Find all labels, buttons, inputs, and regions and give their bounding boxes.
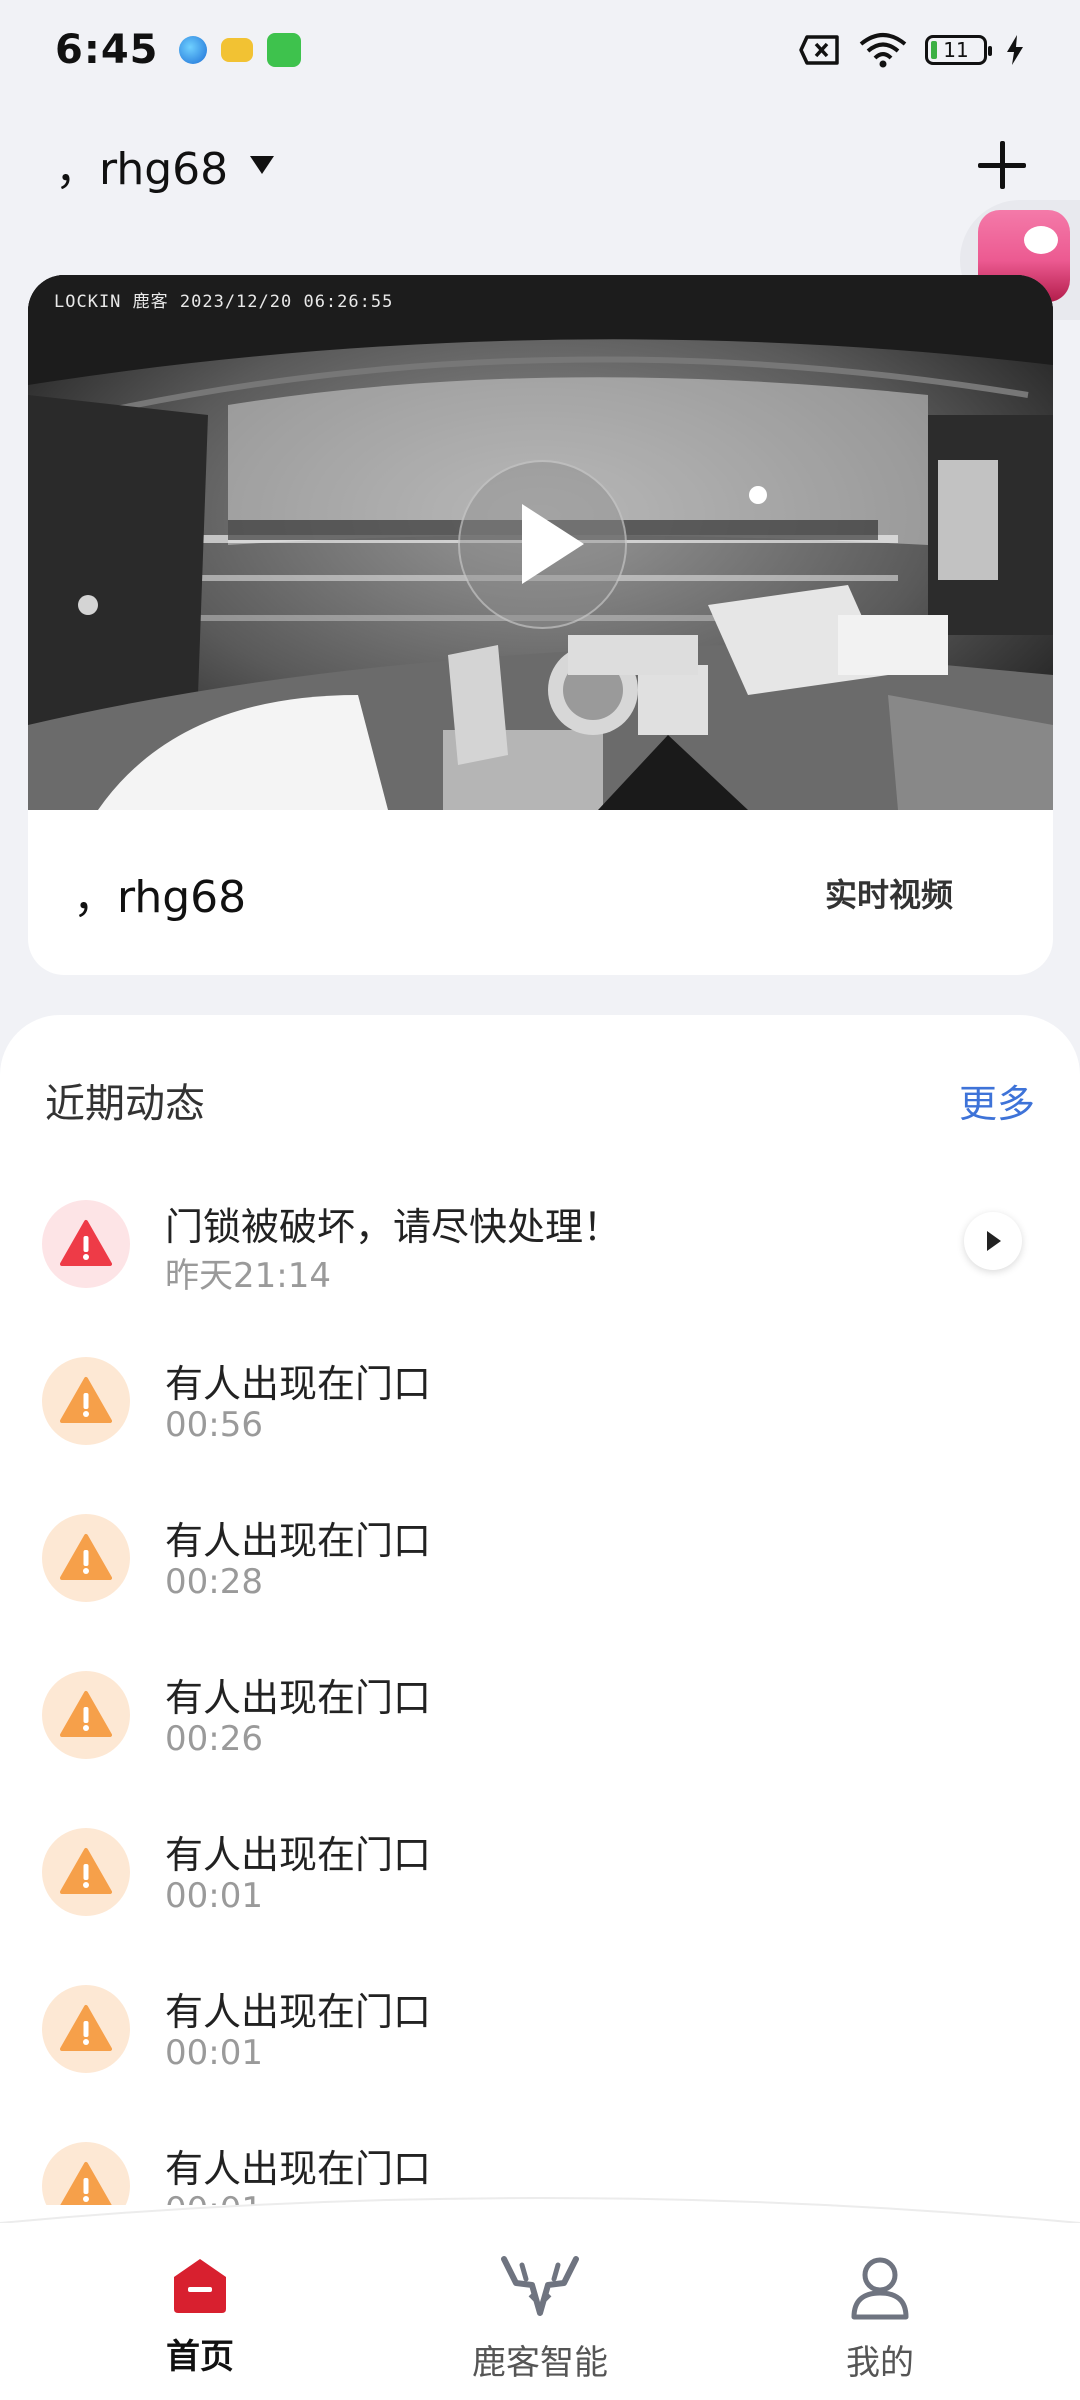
warning-icon: [42, 1357, 130, 1445]
event-item[interactable]: 有人出现在门口 00:26: [0, 1671, 1080, 1801]
event-time: 00:26: [165, 1719, 263, 1759]
event-time: 昨天21:14: [165, 1256, 331, 1296]
home-header: ，rhg68: [0, 120, 1080, 210]
event-title: 有人出现在门口: [165, 1362, 432, 1406]
camera-card[interactable]: LOCKIN 鹿客 2023/12/20 06:26:55 ，rhg68 实时视…: [28, 275, 1053, 975]
warning-icon: [42, 1828, 130, 1916]
warning-icon: [42, 1985, 130, 2073]
warning-icon: [42, 1671, 130, 1759]
event-time: 00:28: [165, 1562, 263, 1602]
video-timestamp: LOCKIN 鹿客 2023/12/20 06:26:55: [54, 292, 394, 312]
home-name: ，rhg68: [55, 144, 229, 195]
nav-divider-curve: [0, 2197, 1080, 2223]
event-title: 有人出现在门口: [165, 1676, 432, 1720]
event-item[interactable]: 有人出现在门口 00:56: [0, 1357, 1080, 1487]
camera-snapshot[interactable]: LOCKIN 鹿客 2023/12/20 06:26:55: [28, 275, 1053, 810]
status-bar: 6:45 11: [0, 0, 1080, 100]
warning-icon: [42, 1514, 130, 1602]
bottom-navigation: 首页 鹿客智能 我的: [0, 2197, 1080, 2400]
person-icon: [851, 2257, 909, 2320]
activity-title: 近期动态: [45, 1081, 205, 1127]
app-notification-icon: [178, 36, 207, 64]
live-video-button[interactable]: 实时视频: [825, 870, 953, 916]
camera-device-name: ，rhg68: [73, 871, 247, 923]
caret-down-icon: [250, 156, 275, 174]
event-title: 门锁被破坏，请尽快处理！: [165, 1205, 622, 1249]
event-time: 00:01: [165, 2033, 263, 2073]
cat-app-notification-icon: [266, 33, 301, 67]
status-time: 6:45: [55, 27, 159, 73]
event-item[interactable]: 有人出现在门口 00:28: [0, 1514, 1080, 1644]
event-title: 有人出现在门口: [165, 1990, 432, 2034]
camera-info-bar: ，rhg68 实时视频: [28, 810, 1053, 975]
no-sim-icon: [799, 35, 839, 65]
event-item[interactable]: 有人出现在门口 00:01: [0, 1985, 1080, 2115]
activity-header: 近期动态 更多: [45, 1065, 1035, 1135]
event-item[interactable]: 门锁被破坏，请尽快处理！ 昨天21:14: [0, 1200, 1080, 1330]
alert-icon: [42, 1200, 130, 1288]
event-title: 有人出现在门口: [165, 1833, 432, 1877]
wifi-icon: [859, 33, 907, 68]
charging-icon: [1007, 35, 1023, 65]
event-title: 有人出现在门口: [165, 1519, 432, 1563]
nav-home-label: 首页: [166, 2337, 234, 2377]
nav-home[interactable]: 首页: [100, 2255, 300, 2378]
home-icon: [174, 2259, 226, 2313]
nav-me-label: 我的: [846, 2343, 914, 2383]
battery-indicator: 11: [925, 35, 992, 65]
nav-me[interactable]: 我的: [780, 2255, 980, 2384]
nav-smart-label: 鹿客智能: [472, 2343, 608, 2383]
home-selector[interactable]: ，rhg68: [55, 133, 275, 197]
event-time: 00:01: [165, 1876, 263, 1916]
battery-level: 11: [943, 38, 969, 62]
add-device-button[interactable]: [972, 135, 1032, 195]
home-screen: 6:45 11 ，rhg68 LOCKIN 鹿客 2023/12/20 06:2…: [0, 0, 1080, 2400]
event-play-button[interactable]: [964, 1212, 1022, 1270]
taxi-notification-icon: [220, 38, 253, 62]
more-link[interactable]: 更多: [959, 1073, 1035, 1128]
play-button[interactable]: [458, 460, 627, 629]
event-time: 00:56: [165, 1405, 263, 1445]
event-item[interactable]: 有人出现在门口 00:01: [0, 1828, 1080, 1958]
nav-smart[interactable]: 鹿客智能: [440, 2255, 640, 2384]
deer-logo-icon: [501, 2256, 579, 2316]
